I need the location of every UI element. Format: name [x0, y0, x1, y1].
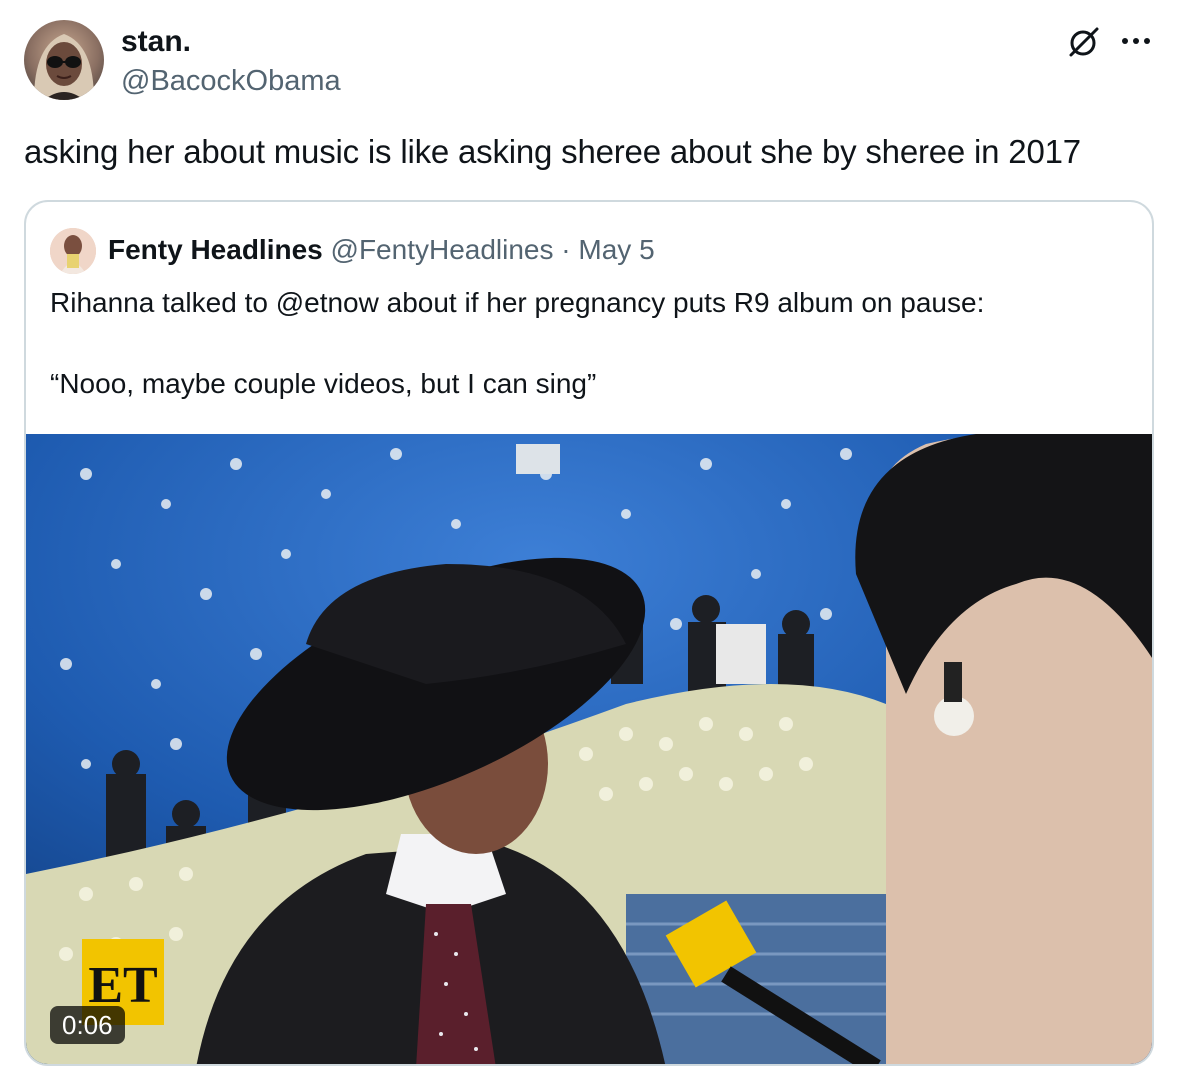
quoted-author-handle[interactable]: @FentyHeadlines: [331, 234, 554, 265]
quoted-tweet-header: Fenty Headlines @FentyHeadlines · May 5: [108, 232, 655, 268]
video-duration-badge: 0:06: [50, 1006, 125, 1044]
quoted-tweet-text-line: Rihanna talked to @etnow about if her pr…: [50, 287, 985, 318]
tweet[interactable]: stan. @BacockObama asking her about musi…: [0, 0, 1182, 1088]
more-options-icon[interactable]: [1118, 26, 1154, 56]
header-separator: ·: [561, 234, 571, 265]
tweet-text: asking her about music is like asking sh…: [24, 133, 1081, 170]
quoted-author-avatar[interactable]: [50, 228, 96, 274]
grok-icon[interactable]: [1066, 24, 1102, 60]
author-avatar[interactable]: [24, 20, 104, 100]
video-player[interactable]: ET 0:06: [26, 434, 1152, 1064]
quoted-tweet-date[interactable]: May 5: [578, 234, 654, 265]
quoted-tweet[interactable]: Fenty Headlines @FentyHeadlines · May 5 …: [24, 200, 1154, 1066]
author-display-name[interactable]: stan.: [121, 24, 191, 60]
profile-photo-icon: [34, 34, 94, 100]
author-handle[interactable]: @BacockObama: [121, 63, 341, 99]
quoted-tweet-quote-line: “Nooo, maybe couple videos, but I can si…: [50, 368, 597, 399]
video-thumbnail: ET: [26, 434, 1152, 1064]
quoted-profile-photo-icon: [50, 228, 96, 274]
quoted-author-name[interactable]: Fenty Headlines: [108, 234, 323, 265]
